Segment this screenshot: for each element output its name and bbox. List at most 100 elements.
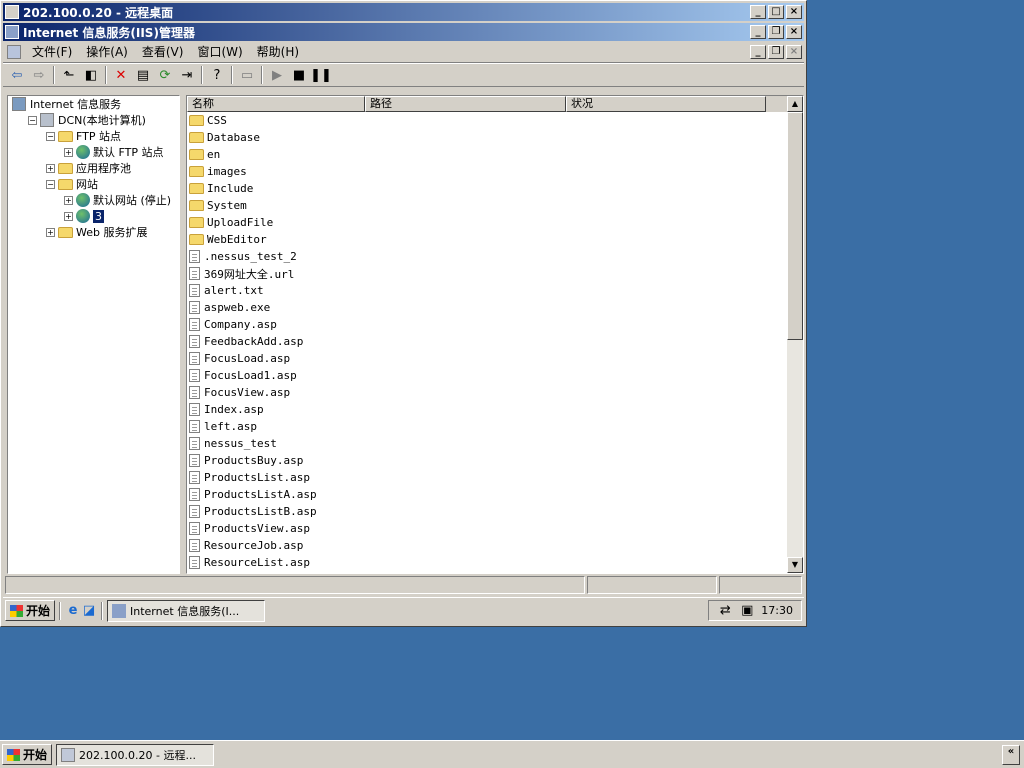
list-item[interactable]: CSS bbox=[187, 112, 803, 129]
tree-view[interactable]: Internet 信息服务 − DCN(本地计算机) − FTP 站点 + 默认 FTP 站… bbox=[7, 95, 180, 574]
list-item[interactable]: ProductsBuy.asp bbox=[187, 452, 803, 469]
list-item-name: ProductsList.asp bbox=[204, 471, 310, 484]
properties-icon[interactable]: ▤ bbox=[135, 67, 151, 83]
stop-icon[interactable]: ■ bbox=[291, 67, 307, 83]
column-status[interactable]: 状况 bbox=[566, 96, 766, 112]
refresh-icon[interactable]: ⟳ bbox=[157, 67, 173, 83]
delete-icon[interactable]: ✕ bbox=[113, 67, 129, 83]
expand-icon[interactable]: + bbox=[46, 227, 55, 237]
column-path[interactable]: 路径 bbox=[365, 96, 566, 112]
list-item-name: FocusLoad1.asp bbox=[204, 369, 297, 382]
rdp-maximize-button[interactable]: □ bbox=[768, 5, 784, 19]
menu-help[interactable]: 帮助(H) bbox=[250, 43, 306, 60]
list-item[interactable]: Database bbox=[187, 129, 803, 146]
rdp-minimize-button[interactable]: _ bbox=[750, 5, 766, 19]
start-icon[interactable]: ▶ bbox=[269, 67, 285, 83]
rdp-close-button[interactable]: × bbox=[786, 5, 802, 19]
list-item[interactable]: FeedbackAdd.asp bbox=[187, 333, 803, 350]
list-item[interactable]: Index.asp bbox=[187, 401, 803, 418]
mmc-doc-icon[interactable] bbox=[7, 44, 21, 59]
list-item[interactable]: .nessus_test_2 bbox=[187, 248, 803, 265]
monitor-icon[interactable]: ▣ bbox=[739, 603, 755, 619]
list-item[interactable]: ProductsView.asp bbox=[187, 520, 803, 537]
tree-node[interactable]: + 应用程序池 bbox=[8, 160, 179, 176]
scroll-thumb[interactable] bbox=[787, 112, 803, 340]
tree-node[interactable]: + 默认网站 (停止) bbox=[8, 192, 179, 208]
show-hide-tree-icon[interactable]: ◧ bbox=[83, 67, 99, 83]
menu-view[interactable]: 查看(V) bbox=[135, 43, 191, 60]
tree-node[interactable]: +3 bbox=[8, 208, 179, 224]
list-item[interactable]: en bbox=[187, 146, 803, 163]
menu-window[interactable]: 窗口(W) bbox=[190, 43, 249, 60]
tray-expand-icon[interactable]: « bbox=[1002, 744, 1020, 765]
list-item[interactable]: UploadFile bbox=[187, 214, 803, 231]
scroll-up-icon[interactable]: ▲ bbox=[787, 96, 803, 112]
tree-node[interactable]: Internet 信息服务 bbox=[8, 96, 179, 112]
collapse-icon[interactable]: − bbox=[28, 115, 37, 125]
list-item[interactable]: left.asp bbox=[187, 418, 803, 435]
remote-task-iis[interactable]: Internet 信息服务(I... bbox=[107, 599, 266, 622]
forward-arrow-icon[interactable]: ⇨ bbox=[31, 67, 47, 83]
expand-icon[interactable]: + bbox=[64, 147, 73, 157]
taskbar-separator bbox=[59, 601, 62, 620]
pause-icon[interactable]: ❚❚ bbox=[310, 67, 332, 83]
list-item[interactable]: aspweb.exe bbox=[187, 299, 803, 316]
network-icon[interactable]: ⇄ bbox=[717, 603, 733, 619]
list-item[interactable]: ProductsList.asp bbox=[187, 469, 803, 486]
collapse-icon[interactable]: − bbox=[46, 179, 55, 189]
list-item[interactable]: ProductsListB.asp bbox=[187, 503, 803, 520]
list-item[interactable]: images bbox=[187, 163, 803, 180]
list-item-name: Include bbox=[207, 182, 254, 195]
expand-icon[interactable]: + bbox=[64, 195, 73, 205]
tree-node[interactable]: − 网站 bbox=[8, 176, 179, 192]
remote-start-button[interactable]: 开始 bbox=[5, 600, 56, 621]
list-item[interactable]: System bbox=[187, 197, 803, 214]
list-item[interactable]: FocusView.asp bbox=[187, 384, 803, 401]
ie-icon[interactable]: e bbox=[65, 603, 81, 619]
tree-node[interactable]: + 默认 FTP 站点 bbox=[8, 144, 179, 160]
help-icon[interactable]: ? bbox=[209, 67, 225, 83]
tree-node[interactable]: − DCN(本地计算机) bbox=[8, 112, 179, 128]
list-item[interactable]: 369网址大全.url bbox=[187, 265, 803, 282]
column-name[interactable]: 名称 bbox=[187, 96, 365, 112]
remote-clock[interactable]: 17:30 bbox=[761, 604, 793, 617]
list-item[interactable]: Include bbox=[187, 180, 803, 197]
export-list-icon[interactable]: ⇥ bbox=[179, 67, 195, 83]
list-item[interactable]: ResourceJob.asp bbox=[187, 537, 803, 554]
list-item[interactable]: FocusLoad1.asp bbox=[187, 367, 803, 384]
child-restore-button[interactable]: ❐ bbox=[768, 44, 784, 59]
list-item[interactable]: ProductsListA.asp bbox=[187, 486, 803, 503]
tree-node[interactable]: + Web 服务扩展 bbox=[8, 224, 179, 240]
collapse-icon[interactable]: − bbox=[46, 131, 55, 141]
list-item-name: .nessus_test_2 bbox=[204, 250, 297, 263]
tree-node[interactable]: − FTP 站点 bbox=[8, 128, 179, 144]
list-item[interactable]: FocusLoad.asp bbox=[187, 350, 803, 367]
list-item[interactable]: ResourceList.asp bbox=[187, 554, 803, 571]
list-item[interactable]: Company.asp bbox=[187, 316, 803, 333]
rdp-title-bar[interactable]: 202.100.0.20 - 远程桌面 _ □ × bbox=[3, 3, 804, 21]
iis-title-bar[interactable]: Internet 信息服务(IIS)管理器 _ ❐ × bbox=[3, 23, 804, 41]
expand-icon[interactable]: + bbox=[64, 211, 73, 221]
list-item[interactable]: nessus_test bbox=[187, 435, 803, 452]
computer-icon[interactable]: ▭ bbox=[239, 67, 255, 83]
up-level-icon[interactable]: ⬑ bbox=[61, 67, 77, 83]
iis-close-button[interactable]: × bbox=[786, 25, 802, 39]
menu-file[interactable]: 文件(F) bbox=[25, 43, 79, 60]
scroll-down-icon[interactable]: ▼ bbox=[787, 557, 803, 573]
iis-minimize-button[interactable]: _ bbox=[750, 25, 766, 39]
local-start-button[interactable]: 开始 bbox=[2, 744, 53, 765]
rdp-task-icon bbox=[61, 747, 76, 762]
show-desktop-icon[interactable]: ◪ bbox=[81, 603, 97, 619]
file-icon bbox=[189, 301, 200, 314]
child-minimize-button[interactable]: _ bbox=[750, 44, 766, 59]
list-item[interactable]: WebEditor bbox=[187, 231, 803, 248]
local-task-rdp[interactable]: 202.100.0.20 - 远程... bbox=[56, 743, 215, 766]
child-close-button[interactable]: × bbox=[786, 44, 802, 59]
iis-restore-button[interactable]: ❐ bbox=[768, 25, 784, 39]
list-item[interactable]: alert.txt bbox=[187, 282, 803, 299]
back-arrow-icon[interactable]: ⇦ bbox=[9, 67, 25, 83]
expand-icon[interactable]: + bbox=[46, 163, 55, 173]
vertical-scrollbar[interactable]: ▲ ▼ bbox=[787, 96, 803, 573]
menu-action[interactable]: 操作(A) bbox=[79, 43, 135, 60]
file-list-view[interactable]: 名称 路径 状况 CSS Database en images Include Syste… bbox=[186, 95, 804, 574]
